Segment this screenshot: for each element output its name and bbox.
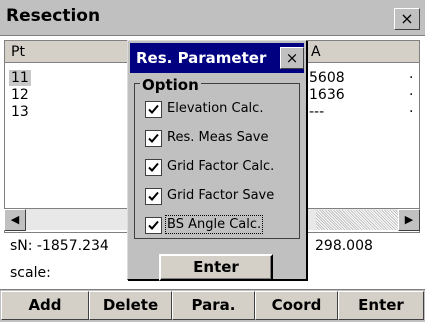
trailing-mark: · [409,87,414,103]
scroll-left-button[interactable]: ◀ [4,209,26,231]
option-group: Elevation Calc. Res. Meas Save Grid Fact… [134,83,300,239]
scroll-left-arrow-icon: ◀ [10,213,20,226]
checkmark-icon [148,191,159,201]
close-button[interactable]: × [394,8,420,30]
coord-button[interactable]: Coord [255,291,338,320]
dialog-close-button[interactable]: × [280,47,304,69]
checkbox[interactable] [145,130,162,147]
checkmark-icon [148,104,159,114]
enter-button[interactable]: Enter [338,291,424,320]
dialog-enter-button[interactable]: Enter [159,254,273,281]
pt-cell: 13 [11,104,29,120]
column-header-pt[interactable]: Pt [5,41,131,63]
option-label: Res. Meas Save [167,130,269,145]
delete-button[interactable]: Delete [89,291,172,320]
trailing-mark: · [409,104,414,120]
checkbox[interactable] [145,101,162,118]
window-title: Resection [6,6,101,26]
a-cell: 5608 [309,70,345,86]
right-readout: 298.008 [315,238,373,254]
checkmark-icon [148,220,159,230]
dialog-title-bar: Res. Parameter × [130,43,304,73]
pt-cell: 12 [11,87,29,103]
scale-label: scale: [10,265,51,281]
checkbox[interactable] [145,217,162,234]
a-cell: 1636 [309,87,345,103]
scroll-track[interactable] [316,210,398,230]
add-button[interactable]: Add [1,291,89,320]
scroll-right-arrow-icon: ▶ [404,213,414,226]
option-label: Grid Factor Save [167,188,275,203]
option-label: BS Angle Calc. [164,215,264,234]
title-bar: Resection × [0,0,425,36]
para-button[interactable]: Para. [172,291,255,320]
list-item[interactable]: 13 [11,104,29,120]
checkbox[interactable] [145,188,162,205]
pt-cell: 11 [9,70,31,86]
column-header-a-label: A [311,44,321,60]
checkmark-icon [148,133,159,143]
res-parameter-dialog: Res. Parameter × Elevation Calc. Res. Me… [127,40,307,281]
option-group-label: Option [140,76,201,94]
scroll-right-button[interactable]: ▶ [398,209,420,231]
checkbox[interactable] [145,159,162,176]
option-label: Grid Factor Calc. [167,159,275,174]
dialog-title: Res. Parameter [136,49,267,67]
list-item[interactable]: 12 [11,87,29,103]
trailing-mark: · [409,70,414,86]
checkmark-icon [148,162,159,172]
sn-readout: sN: -1857.234 [10,238,109,254]
option-label: Elevation Calc. [167,101,264,116]
list-item[interactable]: 11 [9,70,31,86]
a-cell: --- [309,104,325,120]
